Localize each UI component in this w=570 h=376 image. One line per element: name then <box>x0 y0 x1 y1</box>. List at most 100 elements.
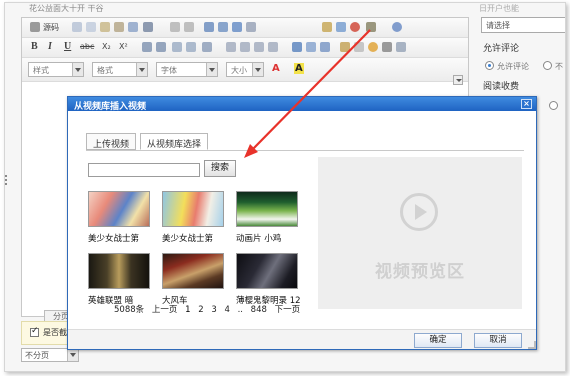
video-thumbnail[interactable] <box>162 253 224 289</box>
video-item[interactable]: 英雄联盟 暗 <box>88 253 158 309</box>
undo-icon[interactable] <box>170 22 180 32</box>
ordered-list-icon[interactable] <box>142 42 152 52</box>
hr-icon[interactable] <box>354 42 364 52</box>
indent-icon[interactable] <box>186 42 196 52</box>
faded-header-text: 花公益面大十开 干谷 <box>29 4 104 13</box>
pager-prev-link[interactable]: 上一页 <box>152 305 178 315</box>
style-select-value: 样式 <box>33 66 49 75</box>
video-thumbnail[interactable] <box>236 253 298 289</box>
superscript-button[interactable]: X² <box>119 42 128 51</box>
allow-comment-radio-label: 允许评论 <box>497 62 529 71</box>
unlink-icon[interactable] <box>306 42 316 52</box>
video-thumbnail[interactable] <box>236 191 298 227</box>
pager-next-link[interactable]: 下一页 <box>275 305 301 315</box>
editor-toolbar-row-1: 源码 <box>22 18 468 38</box>
pager-page-link[interactable]: 1 <box>185 305 190 315</box>
confirm-button[interactable]: 确定 <box>414 333 462 348</box>
align-center-icon[interactable] <box>240 42 250 52</box>
dialog-title-bar: 从视频库插入视频 × <box>68 97 536 112</box>
italic-button[interactable]: I <box>48 41 52 52</box>
font-select[interactable]: 字体 <box>156 62 218 77</box>
remove-format-icon[interactable] <box>246 22 256 32</box>
chevron-down-icon <box>206 63 217 76</box>
video-item[interactable]: 美少女战士第 <box>162 191 232 247</box>
deny-comment-radio-label: 不 <box>555 62 563 71</box>
bg-color-button[interactable]: A <box>294 63 304 74</box>
chevron-down-icon <box>72 63 83 76</box>
replace-icon[interactable] <box>218 22 228 32</box>
print-icon[interactable] <box>143 22 153 32</box>
align-left-icon[interactable] <box>226 42 236 52</box>
close-icon[interactable]: × <box>521 99 532 109</box>
insert-image-icon[interactable] <box>340 42 350 52</box>
font-color-button[interactable]: A <box>272 63 280 74</box>
page-break-icon[interactable] <box>396 42 406 52</box>
cut-icon[interactable] <box>72 22 82 32</box>
video-item[interactable]: 动画片 小鸡 <box>236 191 306 247</box>
align-justify-icon[interactable] <box>268 42 278 52</box>
strike-button[interactable]: abc <box>80 42 94 51</box>
table-icon[interactable] <box>350 22 360 32</box>
pagination: 5088条 上一页 1 2 3 4 .. 848 下一页 <box>114 303 305 315</box>
pager-page-link[interactable]: 848 <box>251 305 267 315</box>
tab-upload-video[interactable]: 上传视频 <box>86 133 137 150</box>
video-grid: 美少女战士第 美少女战士第 动画片 小鸡 英雄联盟 暗 大风车 薄樱鬼黎明录 1… <box>88 191 320 311</box>
link-icon[interactable] <box>292 42 302 52</box>
paste-icon[interactable] <box>100 22 110 32</box>
flash-icon[interactable] <box>336 22 346 32</box>
read-fee-radio[interactable] <box>549 101 558 110</box>
paste-text-icon[interactable] <box>114 22 124 32</box>
pager-page-link[interactable]: 2 <box>198 305 203 315</box>
image-icon[interactable] <box>322 22 332 32</box>
source-button[interactable]: 源码 <box>43 22 59 33</box>
format-select-value: 格式 <box>97 66 113 75</box>
video-preview-area: 视频预览区 <box>318 157 522 309</box>
chevron-down-icon <box>252 63 263 76</box>
video-thumbnail[interactable] <box>162 191 224 227</box>
find-icon[interactable] <box>204 22 214 32</box>
video-item[interactable]: 美少女战士第 <box>88 191 158 247</box>
anchor-icon[interactable] <box>320 42 330 52</box>
bullet-list-icon[interactable] <box>156 42 166 52</box>
preview-placeholder-text: 视频预览区 <box>375 262 465 282</box>
font-select-value: 字体 <box>161 66 177 75</box>
search-input[interactable] <box>88 163 200 177</box>
video-thumbnail[interactable] <box>88 191 150 227</box>
outdent-icon[interactable] <box>172 42 182 52</box>
blockquote-icon[interactable] <box>202 42 212 52</box>
pager-page-link[interactable]: 3 <box>211 305 216 315</box>
right-panel-header: 日开户也能 <box>479 4 519 13</box>
cancel-button[interactable]: 取消 <box>474 333 522 348</box>
select-all-icon[interactable] <box>232 22 242 32</box>
video-item[interactable]: 薄樱鬼黎明录 12 <box>236 253 306 309</box>
source-icon[interactable] <box>30 22 40 32</box>
intercept-checkbox[interactable] <box>30 326 39 337</box>
smiley-icon[interactable] <box>368 42 378 52</box>
size-select[interactable]: 大小 <box>226 62 264 77</box>
allow-comment-radio[interactable] <box>485 61 494 70</box>
format-select[interactable]: 格式 <box>92 62 148 77</box>
copy-icon[interactable] <box>86 22 96 32</box>
paste-word-icon[interactable] <box>128 22 138 32</box>
redo-icon[interactable] <box>184 22 194 32</box>
bold-button[interactable]: B <box>31 41 38 52</box>
video-title: 动画片 小鸡 <box>236 234 282 244</box>
insert-video-dialog: 从视频库插入视频 × 上传视频 从视频库选择 搜索 美少女战士第 美少女战士第 … <box>67 96 537 350</box>
search-button[interactable]: 搜索 <box>204 160 236 177</box>
style-select[interactable]: 样式 <box>28 62 84 77</box>
category-select[interactable]: 请选择 <box>481 17 565 33</box>
settings-icon[interactable] <box>392 22 402 32</box>
pager-page-link[interactable]: 4 <box>224 305 229 315</box>
video-thumbnail[interactable] <box>88 253 150 289</box>
deny-comment-radio[interactable] <box>543 61 552 70</box>
subscript-button[interactable]: X₂ <box>102 42 111 51</box>
align-right-icon[interactable] <box>254 42 264 52</box>
video-item[interactable]: 大风车 <box>162 253 232 309</box>
collapse-toolbar-icon[interactable] <box>453 75 463 85</box>
special-char-icon[interactable] <box>382 42 392 52</box>
resize-handle[interactable] <box>528 341 536 349</box>
video-icon[interactable] <box>366 22 376 32</box>
underline-button[interactable]: U <box>64 41 71 52</box>
paging-select[interactable]: 不分页 <box>21 348 79 362</box>
tab-video-library[interactable]: 从视频库选择 <box>140 133 209 150</box>
